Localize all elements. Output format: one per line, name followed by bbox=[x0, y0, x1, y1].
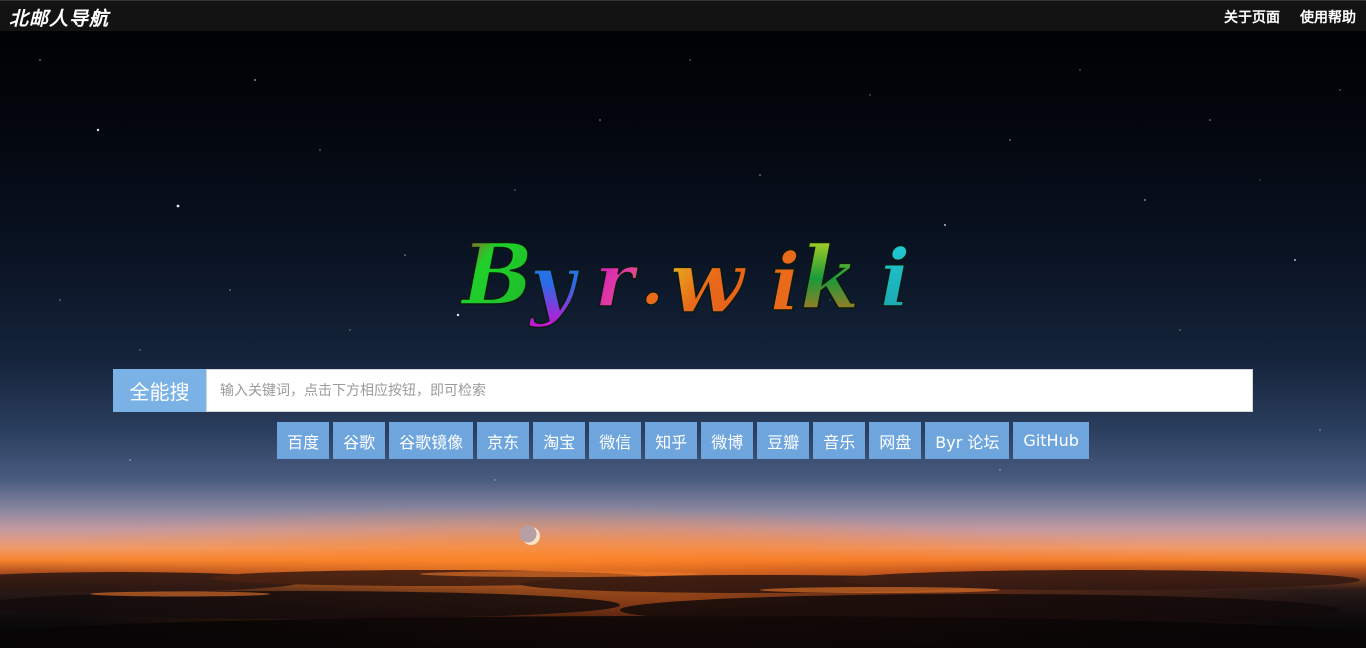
engine-button-taobao[interactable]: 淘宝 bbox=[533, 422, 586, 459]
horizon-clouds bbox=[0, 570, 1366, 648]
search-bar: 全能搜 bbox=[113, 369, 1253, 412]
engine-button-jd[interactable]: 京东 bbox=[477, 422, 530, 459]
engine-button-google-mirror[interactable]: 谷歌镜像 bbox=[389, 422, 474, 459]
top-nav: 关于页面 使用帮助 bbox=[1224, 7, 1356, 27]
top-bar: 北邮人导航 关于页面 使用帮助 bbox=[0, 0, 1366, 31]
svg-text:w: w bbox=[670, 232, 747, 333]
crescent-moon-icon bbox=[520, 525, 540, 545]
svg-text:B: B bbox=[460, 225, 533, 324]
site-title[interactable]: 北邮人导航 bbox=[9, 4, 109, 31]
engine-button-github[interactable]: GitHub bbox=[1013, 422, 1089, 459]
svg-text:k: k bbox=[800, 228, 860, 329]
engine-button-zhihu[interactable]: 知乎 bbox=[645, 422, 698, 459]
search-input[interactable] bbox=[206, 369, 1253, 412]
search-label: 全能搜 bbox=[113, 369, 206, 412]
svg-text:r: r bbox=[595, 238, 639, 324]
svg-text:.: . bbox=[640, 238, 664, 321]
nav-about-link[interactable]: 关于页面 bbox=[1224, 7, 1280, 27]
nav-help-link[interactable]: 使用帮助 bbox=[1300, 7, 1356, 27]
engine-button-byr-forum[interactable]: Byr 论坛 bbox=[925, 422, 1010, 459]
engine-button-wechat[interactable]: 微信 bbox=[589, 422, 642, 459]
svg-text:y: y bbox=[528, 238, 580, 329]
svg-text:i: i bbox=[880, 231, 910, 325]
byr-wiki-logo: B y r . w i k i bbox=[459, 224, 911, 334]
engine-button-music[interactable]: 音乐 bbox=[813, 422, 866, 459]
engine-button-douban[interactable]: 豆瓣 bbox=[757, 422, 810, 459]
engine-button-baidu[interactable]: 百度 bbox=[277, 422, 330, 459]
svg-text:i: i bbox=[770, 235, 800, 329]
search-engine-buttons: 百度 谷歌 谷歌镜像 京东 淘宝 微信 知乎 微博 豆瓣 音乐 网盘 Byr 论… bbox=[0, 422, 1366, 459]
engine-button-netdisk[interactable]: 网盘 bbox=[869, 422, 922, 459]
engine-button-weibo[interactable]: 微博 bbox=[701, 422, 754, 459]
engine-button-google[interactable]: 谷歌 bbox=[333, 422, 386, 459]
